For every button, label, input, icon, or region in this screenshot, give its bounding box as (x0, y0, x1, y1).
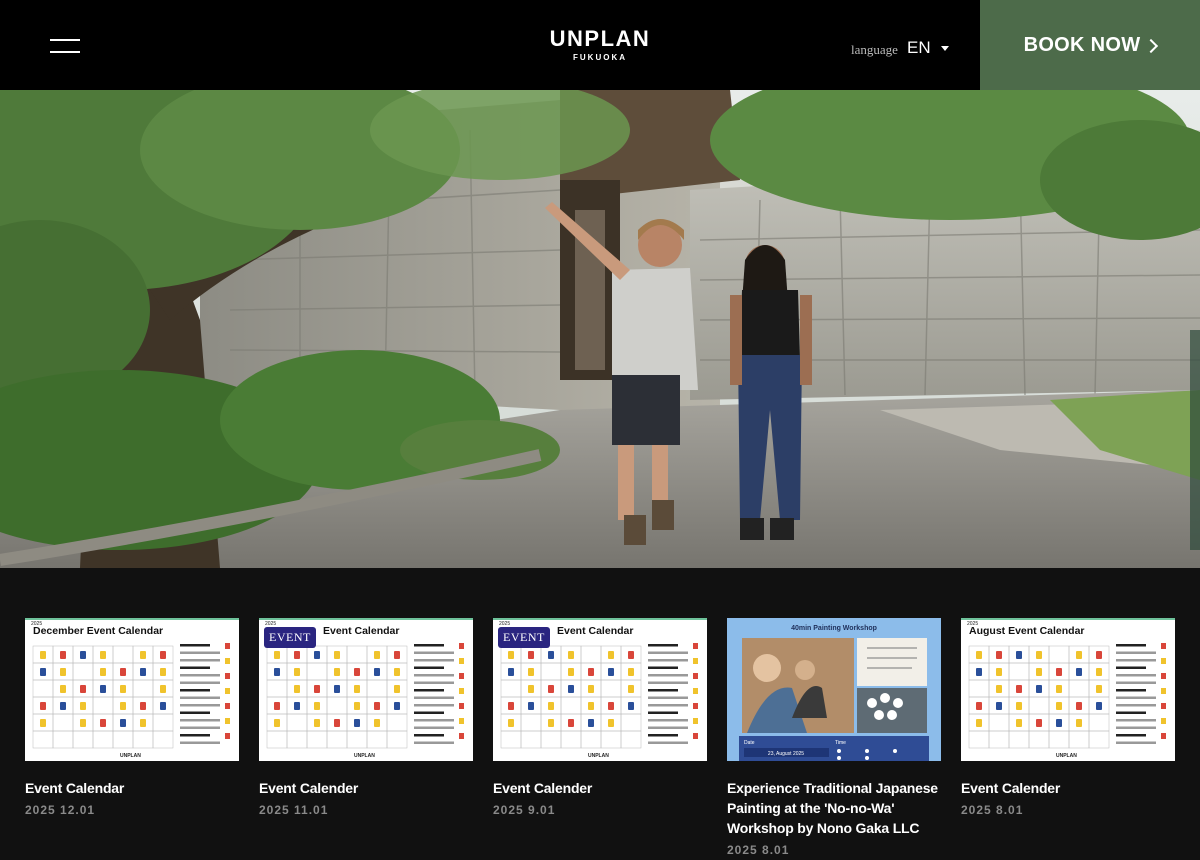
card-title[interactable]: Event Calender (259, 778, 473, 798)
hamburger-menu-icon[interactable] (50, 39, 80, 53)
caret-down-icon (940, 46, 949, 52)
news-card-list: 2025 December Event Calendar UNPLAN Event … (25, 618, 1175, 860)
language-label: language (851, 42, 898, 57)
card-date: 2025 8.01 (727, 843, 790, 857)
card-title[interactable]: Event Calendar (25, 778, 239, 798)
news-card[interactable]: 2025 December Event Calendar UNPLAN Event … (25, 618, 239, 817)
site-logo[interactable]: UNPLAN FUKUOKA (540, 26, 660, 63)
chevron-right-icon (1144, 38, 1159, 53)
news-card[interactable]: 2025 August Event Calendar UNPLAN Event Ca… (961, 618, 1175, 817)
card-date: 2025 11.01 (259, 803, 329, 817)
card-title[interactable]: Experience Traditional Japanese Painting… (727, 778, 941, 838)
thumb-heading: August Event Calendar (969, 625, 1085, 637)
thumb-heading: December Event Calendar (33, 625, 163, 637)
logo-wordmark: UNPLAN (549, 26, 651, 51)
book-now-button[interactable]: BOOK NOW (980, 0, 1200, 90)
language-value: EN (907, 38, 931, 57)
thumb-heading: Event Calendar (323, 625, 399, 637)
card-thumbnail[interactable]: 2025 Event Calendar UNPLAN EVENT (259, 618, 473, 761)
card-title[interactable]: Event Calender (961, 778, 1175, 798)
thumb-footer: UNPLAN (120, 753, 141, 759)
thumb-footer: UNPLAN (1056, 753, 1077, 759)
thumb-footer: UNPLAN (588, 753, 609, 759)
hero-image (0, 90, 1200, 568)
card-thumbnail[interactable]: 40min Painting Workshop Date Time 23, Au… (727, 618, 941, 761)
workshop-time-label: Time (835, 740, 846, 746)
site-header: UNPLAN FUKUOKA language EN BOOK NOW (0, 0, 1200, 90)
card-date: 2025 8.01 (961, 803, 1024, 817)
news-card[interactable]: 2025 Event Calendar UNPLAN EVENT Event Cal… (259, 618, 473, 817)
workshop-date-value: 23, August 2025 (768, 751, 804, 757)
news-card[interactable]: 2025 Event Calendar UNPLAN EVENT Event Cal… (493, 618, 707, 817)
workshop-date-label: Date (744, 740, 755, 746)
news-card[interactable]: 40min Painting Workshop Date Time 23, Au… (727, 618, 941, 857)
event-badge: EVENT (498, 627, 550, 648)
card-thumbnail[interactable]: 2025 December Event Calendar UNPLAN (25, 618, 239, 761)
card-thumbnail[interactable]: 2025 August Event Calendar UNPLAN (961, 618, 1175, 761)
workshop-heading: 40min Painting Workshop (791, 625, 877, 632)
card-date: 2025 12.01 (25, 803, 96, 817)
event-badge: EVENT (264, 627, 316, 648)
language-select[interactable]: EN (907, 38, 949, 58)
card-date: 2025 9.01 (493, 803, 556, 817)
logo-subtitle: FUKUOKA (573, 53, 627, 62)
thumb-heading: Event Calendar (557, 625, 633, 637)
card-thumbnail[interactable]: 2025 Event Calendar UNPLAN EVENT (493, 618, 707, 761)
card-title[interactable]: Event Calender (493, 778, 707, 798)
thumb-footer: UNPLAN (354, 753, 375, 759)
book-now-label: BOOK NOW (1023, 33, 1141, 56)
